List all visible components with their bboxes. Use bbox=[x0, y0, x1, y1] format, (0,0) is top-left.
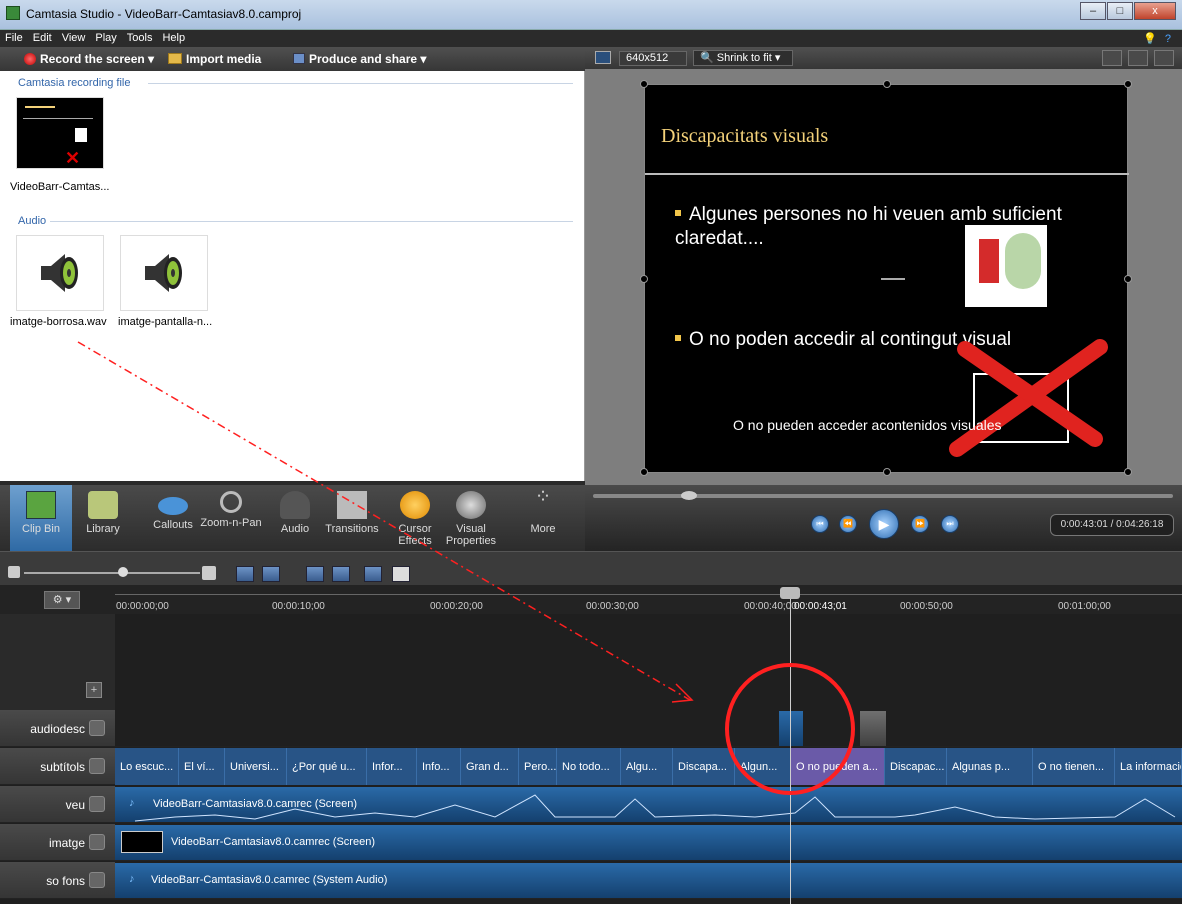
annotation-overlay bbox=[77, 341, 855, 795]
annotation-circle bbox=[725, 663, 855, 795]
annotation-arrow bbox=[77, 341, 691, 701]
